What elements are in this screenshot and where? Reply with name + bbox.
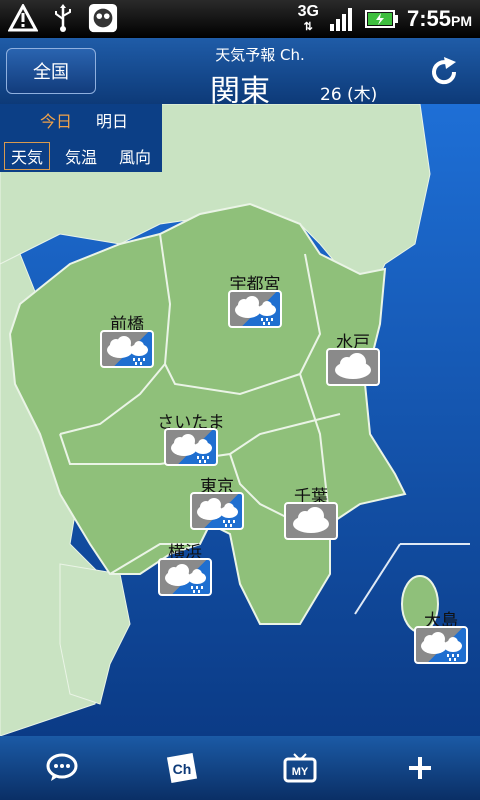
network-type: 3G ⇅	[297, 2, 319, 33]
channel-button[interactable]: Ch	[162, 750, 202, 786]
cloud-rain-icon	[190, 492, 244, 530]
app-header: 全国 天気予報 Ch. 関東 26 (木)	[0, 38, 480, 109]
tab-tomorrow[interactable]: 明日	[96, 108, 128, 132]
bottom-toolbar: Ch MY	[0, 736, 480, 800]
kanto-map	[0, 104, 480, 736]
chat-icon	[46, 753, 78, 781]
cloud-rain-icon	[164, 428, 218, 466]
chat-button[interactable]	[42, 750, 82, 786]
cloud-icon	[284, 502, 338, 540]
tab-weather[interactable]: 天気	[4, 142, 50, 170]
channel-icon: Ch	[166, 752, 198, 784]
tab-wind[interactable]: 風向	[112, 142, 158, 170]
tab-temperature[interactable]: 気温	[58, 142, 104, 170]
svg-text:MY: MY	[292, 766, 309, 778]
svg-text:Ch: Ch	[173, 761, 192, 777]
channel-title: 天気予報 Ch.	[215, 46, 305, 64]
forecast-tabs: 今日 明日 天気 気温 風向	[0, 104, 162, 172]
usb-icon	[48, 3, 78, 33]
cloud-rain-icon	[228, 290, 282, 328]
forecast-date: 26 (木)	[320, 85, 378, 105]
my-tv-button[interactable]: MY	[280, 750, 320, 786]
warning-icon	[8, 3, 38, 33]
signal-icon	[327, 4, 357, 34]
cloud-rain-icon	[158, 558, 212, 596]
battery-charging-icon	[364, 4, 399, 34]
my-tv-icon: MY	[283, 753, 317, 783]
refresh-icon	[432, 57, 457, 85]
refresh-button[interactable]	[422, 52, 466, 92]
add-button[interactable]	[400, 750, 440, 786]
clock: 7:55PM	[406, 6, 472, 31]
status-bar: 3G ⇅ 7:55PM	[0, 0, 480, 38]
cloud-icon	[326, 348, 380, 386]
app-notification-icon	[88, 3, 118, 33]
tab-today[interactable]: 今日	[40, 108, 72, 132]
plus-icon	[409, 757, 431, 779]
nationwide-button[interactable]: 全国	[6, 48, 96, 94]
cloud-rain-icon	[100, 330, 154, 368]
cloud-rain-icon	[414, 626, 468, 664]
